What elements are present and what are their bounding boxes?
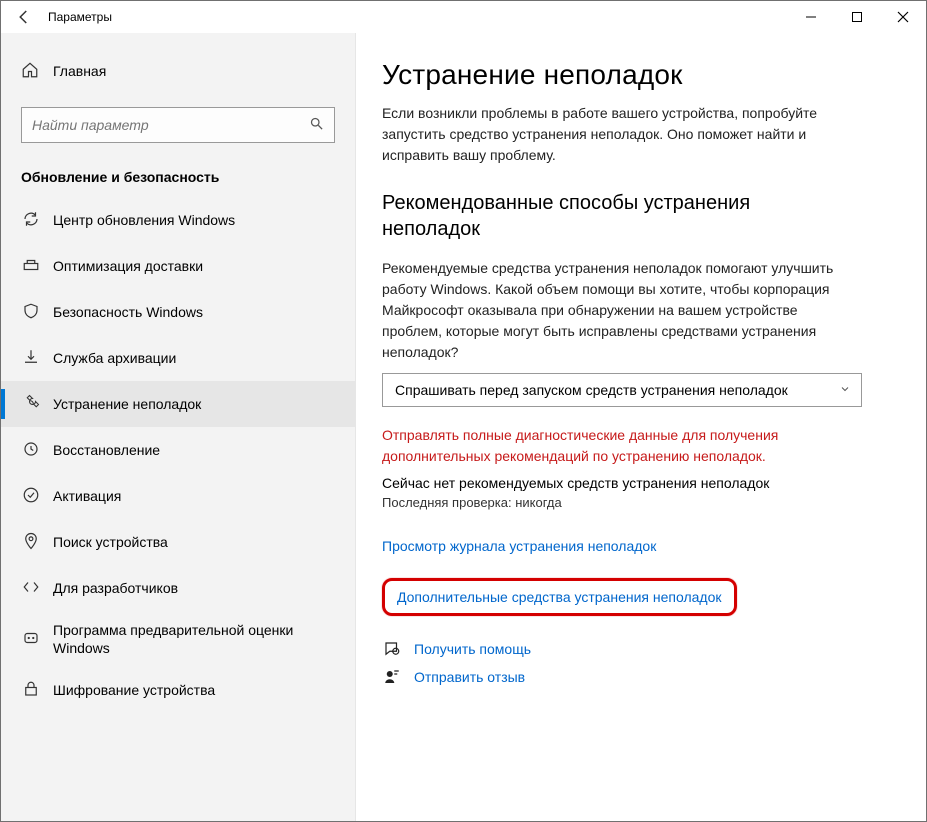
search-icon	[309, 116, 324, 134]
delivery-icon	[21, 256, 41, 277]
sidebar-item-label: Шифрование устройства	[53, 682, 215, 698]
back-button[interactable]	[6, 1, 42, 33]
sidebar-item-delivery-optimization[interactable]: Оптимизация доставки	[1, 243, 355, 289]
feedback-icon	[382, 668, 402, 686]
sidebar-item-troubleshoot[interactable]: Устранение неполадок	[1, 381, 355, 427]
dropdown-value: Спрашивать перед запуском средств устран…	[395, 382, 788, 398]
sidebar-item-label: Безопасность Windows	[53, 304, 203, 320]
diagnostic-warning: Отправлять полные диагностические данные…	[382, 425, 852, 467]
section-text: Рекомендуемые средства устранения непола…	[382, 258, 852, 363]
sidebar-item-activation[interactable]: Активация	[1, 473, 355, 519]
sidebar-item-label: Для разработчиков	[53, 580, 178, 596]
wrench-icon	[21, 394, 41, 415]
close-button[interactable]	[880, 1, 926, 33]
page-lead: Если возникли проблемы в работе вашего у…	[382, 103, 852, 166]
sidebar-item-label: Восстановление	[53, 442, 160, 458]
find-device-icon	[21, 532, 41, 553]
window-title: Параметры	[48, 10, 112, 24]
activation-icon	[21, 486, 41, 507]
sidebar: Главная Обновление и безопасность Центр …	[1, 33, 356, 821]
page-title: Устранение неполадок	[382, 59, 896, 91]
help-icon	[382, 640, 402, 658]
sidebar-item-label: Центр обновления Windows	[53, 212, 235, 228]
section-title: Рекомендованные способы устранения непол…	[382, 190, 852, 242]
additional-troubleshooters-link[interactable]: Дополнительные средства устранения непол…	[397, 589, 722, 605]
sidebar-item-backup[interactable]: Служба архивации	[1, 335, 355, 381]
home-icon	[21, 61, 39, 82]
window-frame: Параметры Главная	[0, 0, 927, 822]
arrow-left-icon	[15, 8, 33, 26]
home-nav[interactable]: Главная	[1, 53, 355, 89]
encryption-icon	[21, 680, 41, 701]
status-text: Сейчас нет рекомендуемых средств устране…	[382, 475, 852, 491]
sidebar-item-device-encryption[interactable]: Шифрование устройства	[1, 667, 355, 713]
sidebar-item-label: Устранение неполадок	[53, 396, 201, 412]
troubleshoot-preference-dropdown[interactable]: Спрашивать перед запуском средств устран…	[382, 373, 862, 407]
backup-icon	[21, 348, 41, 369]
maximize-icon	[851, 11, 863, 23]
sidebar-item-label: Поиск устройства	[53, 534, 168, 550]
recovery-icon	[21, 440, 41, 461]
sidebar-item-windows-update[interactable]: Центр обновления Windows	[1, 197, 355, 243]
search-box[interactable]	[21, 107, 335, 143]
close-icon	[897, 11, 909, 23]
maximize-button[interactable]	[834, 1, 880, 33]
sidebar-item-label: Активация	[53, 488, 121, 504]
last-check-text: Последняя проверка: никогда	[382, 495, 896, 510]
category-header: Обновление и безопасность	[1, 161, 355, 197]
sidebar-item-for-developers[interactable]: Для разработчиков	[1, 565, 355, 611]
window-controls	[788, 1, 926, 33]
home-label: Главная	[53, 63, 106, 79]
feedback-link[interactable]: Отправить отзыв	[414, 669, 525, 685]
get-help-link[interactable]: Получить помощь	[414, 641, 531, 657]
minimize-button[interactable]	[788, 1, 834, 33]
sidebar-item-insider-program[interactable]: Программа предварительной оценки Windows	[1, 611, 355, 667]
content-area: Устранение неполадок Если возникли пробл…	[356, 33, 926, 821]
sidebar-item-label: Программа предварительной оценки Windows	[53, 621, 335, 657]
minimize-icon	[805, 11, 817, 23]
sidebar-item-windows-security[interactable]: Безопасность Windows	[1, 289, 355, 335]
feedback-row[interactable]: Отправить отзыв	[382, 668, 896, 686]
chevron-down-icon	[839, 383, 851, 398]
highlighted-link-box: Дополнительные средства устранения непол…	[382, 578, 737, 616]
get-help-row[interactable]: Получить помощь	[382, 640, 896, 658]
shield-icon	[21, 302, 41, 323]
sidebar-item-recovery[interactable]: Восстановление	[1, 427, 355, 473]
sidebar-item-find-device[interactable]: Поиск устройства	[1, 519, 355, 565]
insider-icon	[21, 629, 41, 650]
history-link[interactable]: Просмотр журнала устранения неполадок	[382, 538, 656, 554]
update-icon	[21, 210, 41, 231]
sidebar-item-label: Служба архивации	[53, 350, 176, 366]
titlebar: Параметры	[1, 1, 926, 33]
search-input[interactable]	[32, 117, 324, 133]
developers-icon	[21, 578, 41, 599]
sidebar-item-label: Оптимизация доставки	[53, 258, 203, 274]
